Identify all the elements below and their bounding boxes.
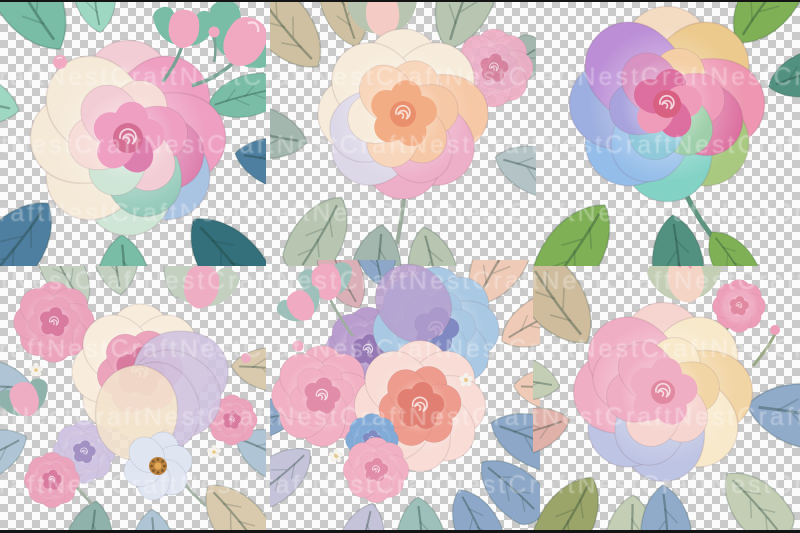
clipart-rose-pink-teal bbox=[0, 0, 266, 266]
clipart-rose-peach bbox=[270, 0, 536, 266]
clipart-bouquet-pink-cream bbox=[0, 266, 266, 533]
rose-bud bbox=[53, 55, 67, 69]
clipart-rose-cream-blush bbox=[533, 266, 800, 533]
clipart-preview-canvas: CraftNestCraftNestCraftNestCraftNestCraf… bbox=[0, 0, 800, 533]
filler-flower bbox=[329, 449, 343, 462]
top-edge-line bbox=[0, 0, 800, 2]
stem bbox=[397, 198, 404, 244]
rose-bud bbox=[770, 325, 780, 335]
rose-bud bbox=[241, 353, 251, 363]
clipart-rose-rainbow bbox=[533, 0, 800, 266]
rose-bud bbox=[293, 341, 304, 352]
filler-flower bbox=[207, 445, 221, 458]
clipart-bouquet-blue-pink bbox=[270, 260, 540, 533]
filler-flower bbox=[29, 363, 43, 376]
